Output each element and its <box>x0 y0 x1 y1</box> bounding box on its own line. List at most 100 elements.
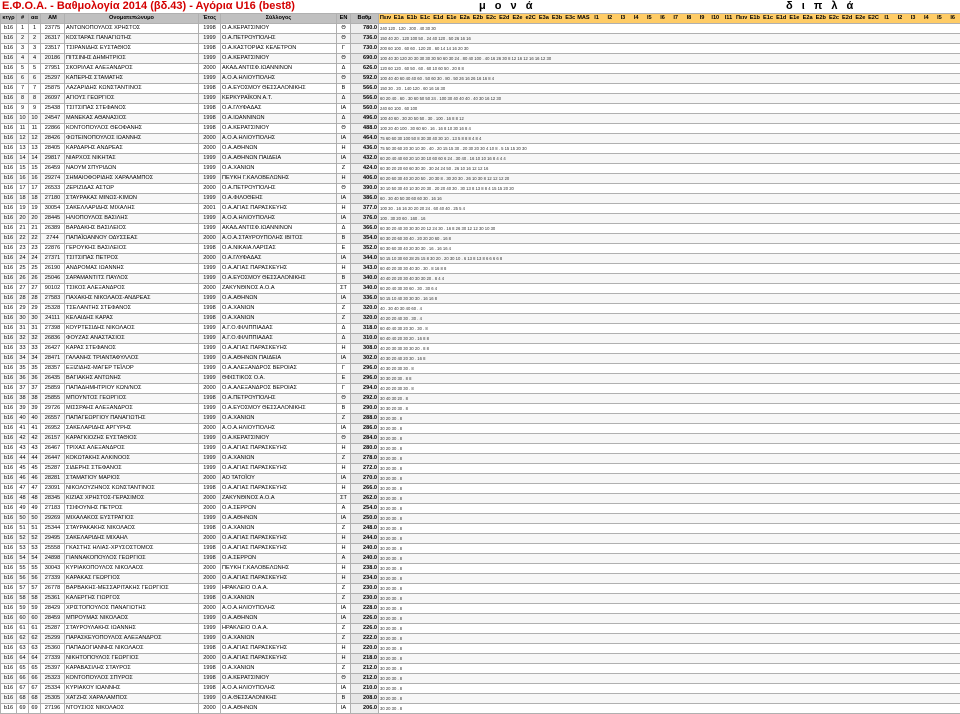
table-row: b16363626435ΒΑΓΙΑΚΗΣ ΑΝΤΩΝΗΣ1999ΘΦΙΣΤΙΚΟ… <box>1 374 960 384</box>
tournament-points-cell: 60 40 20 30 30 40 30 . 30 . 8 16 8 8 <box>379 264 960 274</box>
rank-cell: 58 <box>17 594 29 604</box>
points-cell: 288.0 <box>351 414 379 424</box>
rank-cell: 31 <box>17 324 29 334</box>
tournament-points-cell: 30 20 30 . 8 <box>379 434 960 444</box>
member-id-cell: 90102 <box>41 284 65 294</box>
birth-year-cell: 1998 <box>199 104 221 114</box>
event-column-label: I1 <box>880 14 893 23</box>
serial-cell: 49 <box>29 504 41 514</box>
event-column-label: E1d <box>432 14 445 23</box>
tournament-points-cell: 30 20 30 . 8 <box>379 624 960 634</box>
points-cell: 424.0 <box>351 164 379 174</box>
tournament-points-cell: 40 30 20 40 20 30 . 16 8 <box>379 354 960 364</box>
table-row: b16616125287ΣΤΑΥΡΟΥΛΑΚΗΣ ΙΩΑΝΝΗΣ1999ΗΡΑΚ… <box>1 624 960 634</box>
table-row: b16494927183ΤΣΙΦΟΥΝΗΣ ΠΕΤΡΟΣ2000Ο.Α.ΣΕΡΡ… <box>1 504 960 514</box>
player-name-cell: ΤΣΕΛΑΝΤΗΣ ΣΤΕΦΑΝΟΣ <box>65 304 199 314</box>
region-cell: ΣΤ <box>337 494 351 504</box>
player-name-cell: ΠΙΤΣΙΝΗΣ ΔΗΜΗΤΡΙΟΣ <box>65 54 199 64</box>
serial-cell: 21 <box>29 224 41 234</box>
rank-cell: 35 <box>17 364 29 374</box>
birth-year-cell: 2000 <box>199 534 221 544</box>
points-cell: 626.0 <box>351 64 379 74</box>
event-column-label: I2 <box>603 14 616 23</box>
points-cell: 343.0 <box>351 264 379 274</box>
birth-year-cell: 1999 <box>199 174 221 184</box>
player-name-cell: ΚΟΣΤΑΡΑΣ ΠΑΝΑΓΙΩΤΗΣ <box>65 34 199 44</box>
serial-cell: 39 <box>29 404 41 414</box>
rank-cell: 28 <box>17 294 29 304</box>
tournament-points-cell: 30 20 30 . 8 <box>379 454 960 464</box>
points-cell: 270.0 <box>351 474 379 484</box>
birth-year-cell: 1999 <box>199 364 221 374</box>
points-cell: 226.0 <box>351 614 379 624</box>
category-cell: b16 <box>1 244 17 254</box>
tournament-points-cell: 50 15 10 30 60 28 25 15 8 30 20 . 20 30 … <box>379 254 960 264</box>
birth-year-cell: 2000 <box>199 564 221 574</box>
member-id-cell: 24547 <box>41 114 65 124</box>
category-cell: b16 <box>1 84 17 94</box>
table-row: b16696927196ΝΤΟΥΣΙΟΣ ΝΙΚΟΛΑΟΣ2000Ο.Α.ΑΘΗ… <box>1 704 960 714</box>
club-cell: Α.Ο.Α.ΣΤΑΥΡΟΥΠΟΛΗΣ ΙΒΙΤΟΣ <box>221 234 337 244</box>
member-id-cell: 27398 <box>41 324 65 334</box>
points-cell: 266.0 <box>351 484 379 494</box>
birth-year-cell: 2000 <box>199 284 221 294</box>
region-cell: ΙΑ <box>337 424 351 434</box>
birth-year-cell: 1999 <box>199 614 221 624</box>
serial-cell: 22 <box>29 234 41 244</box>
player-name-cell: ΣΗΜΑΙΟΦΟΡΙΔΗΣ ΧΑΡΑΛΑΜΠΟΣ <box>65 174 199 184</box>
serial-cell: 28 <box>29 294 41 304</box>
region-cell: Θ <box>337 124 351 134</box>
tournament-points-cell: 30 20 30 . 8 <box>379 644 960 654</box>
member-id-cell: 29495 <box>41 534 65 544</box>
table-row: b16141429817ΝΙΑΡΧΟΣ ΝΙΚΗΤΑΣ1999Ο.Α.ΑΘΗΝΩ… <box>1 154 960 164</box>
tournament-points-cell: 100 40 30 120 20 30 30 30 30 50 60 30 24… <box>379 54 960 64</box>
rank-cell: 9 <box>17 104 29 114</box>
category-cell: b16 <box>1 554 17 564</box>
points-cell: 250.0 <box>351 514 379 524</box>
points-cell: 292.0 <box>351 394 379 404</box>
region-cell: Ε <box>337 374 351 384</box>
club-cell: Ο.Α.ΧΑΝΙΩΝ <box>221 524 337 534</box>
birth-year-cell: 1999 <box>199 194 221 204</box>
member-id-cell: 28405 <box>41 144 65 154</box>
club-cell: Ο.Α.ΑΓΙΑΣ ΠΑΡΑΣΚΕΥΗΣ <box>221 544 337 554</box>
birth-year-cell: 1998 <box>199 594 221 604</box>
rank-cell: 36 <box>17 374 29 384</box>
tournament-points-cell: 50 15 10 40 30 30 30 . 16 16 8 <box>379 294 960 304</box>
table-row: b16505029269ΜΙΧΑΛΑΚΟΣ ΕΥΣΤΡΑΤΙΟΣ1999Ο.Α.… <box>1 514 960 524</box>
region-cell: Δ <box>337 94 351 104</box>
region-cell: Ζ <box>337 634 351 644</box>
region-cell: Η <box>337 144 351 154</box>
category-cell: b16 <box>1 674 17 684</box>
member-id-cell: 26778 <box>41 584 65 594</box>
player-name-cell: ΣΤΑΥΡΑΚΑΚΗΣ ΝΙΚΟΛΑΟΣ <box>65 524 199 534</box>
table-row: b16343428471ΓΑΛΑΝΗΣ ΤΡΙΑΝΤΑΦΥΛΛΟΣ1999Ο.Α… <box>1 354 960 364</box>
event-column-label: I3 <box>616 14 629 23</box>
birth-year-cell: 1999 <box>199 34 221 44</box>
serial-cell: 7 <box>29 84 41 94</box>
member-id-cell: 26533 <box>41 184 65 194</box>
member-id-cell: 25558 <box>41 544 65 554</box>
tournament-points-cell: 240 60 100 . 60 100 <box>379 104 960 114</box>
tournament-points-cell: 30 20 30 . 8 <box>379 524 960 534</box>
serial-cell: 26 <box>29 274 41 284</box>
birth-year-cell: 1998 <box>199 644 221 654</box>
table-row: b16373725859ΠΑΠΑΔΗΜΗΤΡΙΟΥ ΚΩΝ/ΝΟΣ2000Ο.Α… <box>1 384 960 394</box>
event-column-label: I1 <box>590 14 603 23</box>
birth-year-cell: 1999 <box>199 634 221 644</box>
event-column-label: MAS <box>577 14 590 23</box>
birth-year-cell: 1999 <box>199 514 221 524</box>
member-id-cell: 25297 <box>41 74 65 84</box>
points-cell: 310.0 <box>351 334 379 344</box>
event-column-label: Πειν <box>735 14 748 23</box>
member-id-cell: 26836 <box>41 334 65 344</box>
player-name-cell: ΒΑΓΙΑΚΗΣ ΑΝΤΩΝΗΣ <box>65 374 199 384</box>
region-cell: Η <box>337 344 351 354</box>
club-cell: ΑΚΑΔ.ΑΝΤΙΣΦ.ΙΩΑΝΝΙΝΩΝ <box>221 224 337 234</box>
table-row: b16424226157ΚΑΡΑΓΚΙΟΖΗΣ ΕΥΣΤΑΘΙΟΣ1999Ο.Α… <box>1 434 960 444</box>
player-name-cell: ΦΩΤΕΙΝΟΠΟΥΛΟΣ ΙΩΑΝΝΗΣ <box>65 134 199 144</box>
birth-year-cell: 1998 <box>199 304 221 314</box>
member-id-cell: 25397 <box>41 664 65 674</box>
event-column-label: E3a <box>537 14 550 23</box>
table-row: b16393929726ΜΙΣΣΡΑΗΣ ΑΛΕΞΑΝΔΡΟΣ1999Ο.Α.Ε… <box>1 404 960 414</box>
